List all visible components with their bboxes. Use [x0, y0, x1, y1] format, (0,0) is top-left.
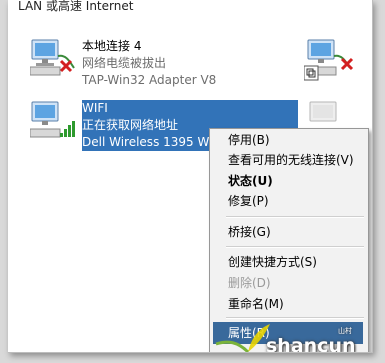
- menu-item-disable[interactable]: 停用(B): [228, 131, 270, 149]
- connection-status: 网络电缆被拔出: [82, 56, 167, 70]
- section-header: LAN 或高速 Internet: [18, 0, 134, 13]
- menu-item-status[interactable]: 状态(U): [228, 172, 273, 190]
- wireless-adapter-icon: [30, 101, 75, 138]
- network-adapter-disconnected-icon[interactable]: [304, 38, 358, 84]
- menu-separator: [226, 246, 364, 248]
- connection-device: TAP-Win32 Adapter V8: [82, 73, 217, 87]
- network-adapter-disconnected-icon: [30, 39, 75, 76]
- menu-separator: [226, 216, 364, 218]
- menu-item-delete[interactable]: 删除(D): [228, 274, 271, 292]
- menu-item-create-shortcut[interactable]: 创建快捷方式(S): [228, 253, 317, 271]
- connection-text: 本地连接 4 网络电缆被拔出 TAP-Win32 Adapter V8: [82, 38, 216, 89]
- menu-item-bridge[interactable]: 桥接(G): [228, 223, 271, 241]
- watermark-text: shancun: [266, 335, 356, 353]
- menu-item-view-wireless[interactable]: 查看可用的无线连接(V): [228, 151, 354, 169]
- network-connections-window: LAN 或高速 Internet 本地连接 4 网络电缆被拔出 TAP-Win3…: [8, 0, 373, 353]
- watermark-sub: 山村: [338, 327, 352, 335]
- leaf-logo-icon: [215, 324, 270, 352]
- connection-name: WIFI: [82, 101, 108, 115]
- menu-item-rename[interactable]: 重命名(M): [228, 295, 284, 313]
- connection-name: 本地连接 4: [82, 39, 142, 53]
- menu-item-repair[interactable]: 修复(P): [228, 192, 269, 210]
